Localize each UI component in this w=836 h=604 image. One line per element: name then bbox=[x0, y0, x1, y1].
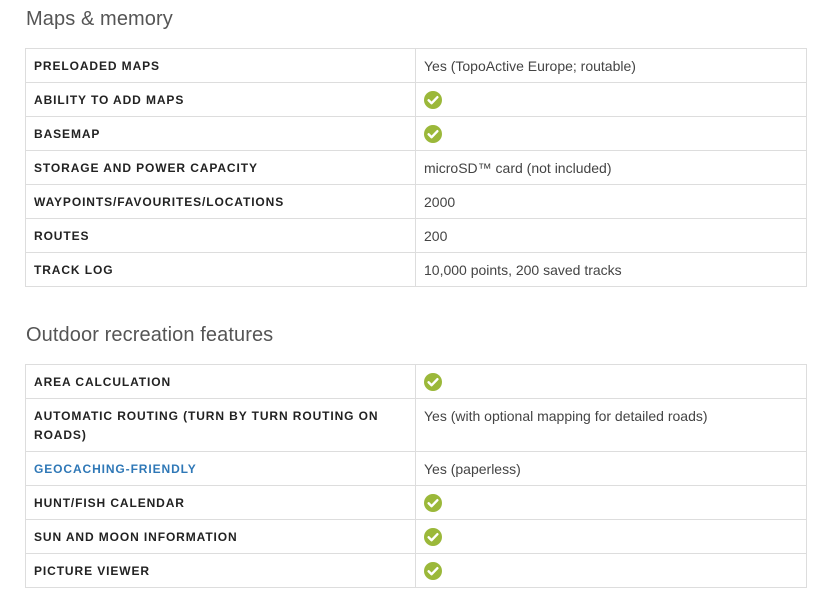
table-row: AREA CALCULATION bbox=[25, 364, 807, 399]
spec-label: SUN AND MOON INFORMATION bbox=[25, 519, 416, 554]
spec-label: STORAGE AND POWER CAPACITY bbox=[25, 150, 416, 185]
check-icon bbox=[424, 373, 442, 391]
geocaching-friendly-link[interactable]: GEOCACHING-FRIENDLY bbox=[34, 462, 197, 476]
table-row: STORAGE AND POWER CAPACITY microSD™ card… bbox=[25, 150, 807, 185]
table-row: AUTOMATIC ROUTING (TURN BY TURN ROUTING … bbox=[25, 398, 807, 452]
check-icon bbox=[424, 528, 442, 546]
table-row: ABILITY TO ADD MAPS bbox=[25, 82, 807, 117]
spec-value: 10,000 points, 200 saved tracks bbox=[415, 252, 807, 287]
table-row: HUNT/FISH CALENDAR bbox=[25, 485, 807, 520]
table-row: WAYPOINTS/FAVOURITES/LOCATIONS 2000 bbox=[25, 184, 807, 219]
spec-value: microSD™ card (not included) bbox=[415, 150, 807, 185]
check-icon bbox=[424, 125, 442, 143]
spec-label: ABILITY TO ADD MAPS bbox=[25, 82, 416, 117]
table-row: ROUTES 200 bbox=[25, 218, 807, 253]
spec-label: AREA CALCULATION bbox=[25, 364, 416, 399]
check-icon bbox=[424, 494, 442, 512]
spec-value bbox=[415, 553, 807, 588]
check-icon bbox=[424, 562, 442, 580]
spec-label: TRACK LOG bbox=[25, 252, 416, 287]
spec-value: Yes (TopoActive Europe; routable) bbox=[415, 48, 807, 83]
table-row: PRELOADED MAPS Yes (TopoActive Europe; r… bbox=[25, 48, 807, 83]
spec-label: WAYPOINTS/FAVOURITES/LOCATIONS bbox=[25, 184, 416, 219]
table-row: PICTURE VIEWER bbox=[25, 553, 807, 588]
spec-value: 200 bbox=[415, 218, 807, 253]
spec-value bbox=[415, 116, 807, 151]
spec-table-outdoor-recreation: AREA CALCULATION AUTOMATIC ROUTING (TURN… bbox=[25, 364, 807, 588]
table-row: TRACK LOG 10,000 points, 200 saved track… bbox=[25, 252, 807, 287]
spec-label: ROUTES bbox=[25, 218, 416, 253]
spec-value: Yes (paperless) bbox=[415, 451, 807, 486]
spec-label: PRELOADED MAPS bbox=[25, 48, 416, 83]
table-row: BASEMAP bbox=[25, 116, 807, 151]
spec-label: AUTOMATIC ROUTING (TURN BY TURN ROUTING … bbox=[25, 398, 416, 452]
table-row: GEOCACHING-FRIENDLY Yes (paperless) bbox=[25, 451, 807, 486]
spec-label: GEOCACHING-FRIENDLY bbox=[25, 451, 416, 486]
table-row: SUN AND MOON INFORMATION bbox=[25, 519, 807, 554]
spec-table-maps-memory: PRELOADED MAPS Yes (TopoActive Europe; r… bbox=[25, 48, 807, 287]
spec-value bbox=[415, 519, 807, 554]
section-title-maps-memory: Maps & memory bbox=[26, 8, 173, 30]
spec-value bbox=[415, 82, 807, 117]
spec-value: 2000 bbox=[415, 184, 807, 219]
spec-value bbox=[415, 364, 807, 399]
spec-label: BASEMAP bbox=[25, 116, 416, 151]
section-title-outdoor-recreation: Outdoor recreation features bbox=[26, 324, 274, 346]
check-icon bbox=[424, 91, 442, 109]
spec-label: HUNT/FISH CALENDAR bbox=[25, 485, 416, 520]
spec-label: PICTURE VIEWER bbox=[25, 553, 416, 588]
spec-value: Yes (with optional mapping for detailed … bbox=[415, 398, 807, 452]
spec-value bbox=[415, 485, 807, 520]
